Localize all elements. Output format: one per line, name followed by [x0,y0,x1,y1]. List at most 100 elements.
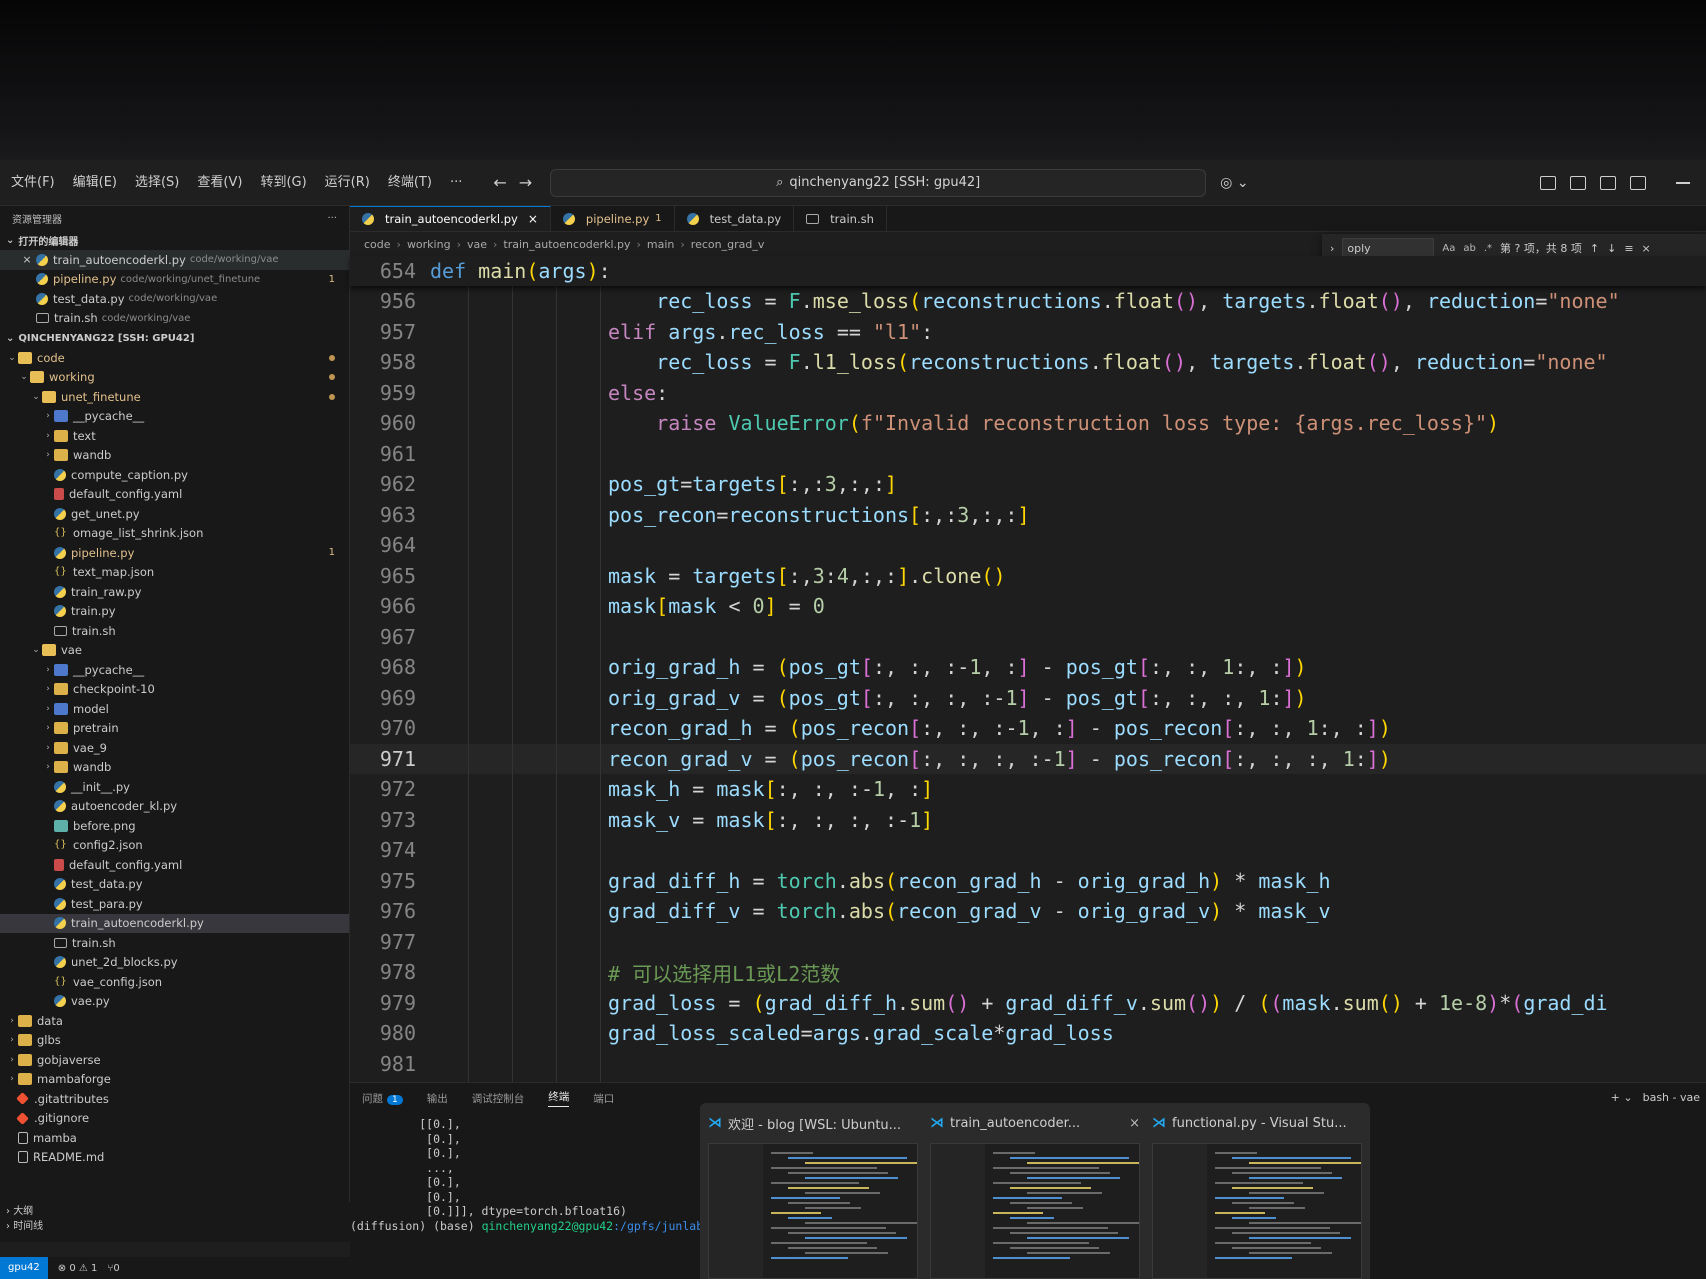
tree-item[interactable]: {} text_map.json [0,563,349,583]
tree-item[interactable]: › wandb [0,446,349,466]
menu-item[interactable]: ··· [441,160,471,206]
panel-tab[interactable]: 调试控制台 [472,1091,525,1106]
tree-item[interactable]: › checkpoint-10 [0,680,349,700]
tree-item[interactable]: __init__.py [0,777,349,797]
next-match-icon[interactable]: ↓ [1607,242,1616,255]
tree-item[interactable]: pipeline.py 1 [0,543,349,563]
tree-item[interactable]: › wandb [0,758,349,778]
tree-item[interactable]: get_unet.py [0,504,349,524]
close-icon[interactable]: × [1642,242,1651,255]
tree-item[interactable]: compute_caption.py [0,465,349,485]
breadcrumb-item[interactable]: code [364,238,391,251]
tree-item[interactable]: unet_2d_blocks.py [0,953,349,973]
taskbar-preview[interactable]: ⋊ train_autoencoder... × [930,1111,1140,1279]
sticky-scroll-header[interactable]: 654 def main(args): [350,256,1706,286]
toggle-secondary-sidebar-icon[interactable] [1630,175,1646,190]
breadcrumb-item[interactable]: recon_grad_v [691,238,765,251]
customize-layout-icon[interactable] [1540,175,1556,190]
panel-tab[interactable]: 端口 [593,1091,614,1106]
tree-item[interactable]: ⌄ unet_finetune [0,387,349,407]
tree-item[interactable]: › mambaforge [0,1070,349,1090]
forward-arrow-icon[interactable]: → [519,173,532,192]
close-icon[interactable]: × [1129,1116,1140,1131]
more-actions-icon[interactable]: ··· [327,213,337,224]
breadcrumb-item[interactable]: main [647,238,674,251]
new-terminal-button[interactable]: + ⌄ [1611,1091,1633,1104]
tree-item[interactable]: {} omage_list_shrink.json [0,524,349,544]
menu-item[interactable]: 文件(F) [2,160,64,206]
editor-tab[interactable]: test_data.py [675,206,795,231]
close-icon[interactable]: × [528,212,538,226]
open-editor-item[interactable]: test_data.py code/working/vae [0,289,349,309]
chevron-right-icon[interactable]: › [1330,242,1334,255]
tree-item[interactable]: train_raw.py [0,582,349,602]
tree-item[interactable]: test_para.py [0,894,349,914]
code-view[interactable]: 956 rec_loss = F.mse_loss(reconstruction… [350,286,1706,1196]
tree-item[interactable]: › __pycache__ [0,660,349,680]
toggle-primary-sidebar-icon[interactable] [1570,175,1586,190]
tree-item[interactable]: test_data.py [0,875,349,895]
copilot-icon[interactable]: ◎ ⌄ [1220,175,1248,191]
command-center[interactable]: ⌕ qinchenyang22 [SSH: gpu42] [550,168,1207,197]
menu-item[interactable]: 转到(G) [251,160,315,206]
match-case-toggle[interactable]: Aa [1442,243,1455,254]
tree-item[interactable]: ⌄ working [0,368,349,388]
tree-item[interactable]: › glbs [0,1031,349,1051]
find-input[interactable] [1342,238,1435,258]
tree-item[interactable]: .gitattributes [0,1089,349,1109]
tree-item[interactable]: README.md [0,1148,349,1168]
remote-indicator[interactable]: gpu42 [0,1257,48,1279]
open-editors-header[interactable]: ⌄ 打开的编辑器 [0,230,349,250]
taskbar-preview[interactable]: ⋊ 欢迎 - blog [WSL: Ubuntu... [708,1111,918,1279]
tree-item[interactable]: train.sh [0,933,349,953]
tree-item[interactable]: {} config2.json [0,836,349,856]
panel-tab[interactable]: 终端 [548,1089,570,1107]
close-icon[interactable]: × [20,253,34,266]
breadcrumb-item[interactable]: vae [467,238,487,251]
toggle-panel-icon[interactable] [1600,175,1616,190]
panel-tab[interactable]: 输出 [427,1091,448,1106]
tree-item[interactable]: › data [0,1011,349,1031]
outline-header[interactable]: › 大纲 [6,1202,350,1217]
open-editor-item[interactable]: pipeline.py code/working/unet_finetune 1 [0,270,349,290]
tree-item[interactable]: autoencoder_kl.py [0,797,349,817]
tree-item[interactable]: ⌄ vae [0,641,349,661]
tree-item[interactable]: › gobjaverse [0,1050,349,1070]
tree-item[interactable]: train_autoencoderkl.py [0,913,349,933]
tree-item[interactable]: train.py [0,602,349,622]
open-editor-item[interactable]: train.sh code/working/vae [0,309,349,329]
breadcrumb-item[interactable]: working [407,238,451,251]
match-word-toggle[interactable]: ab [1463,243,1475,254]
tree-item[interactable]: before.png [0,816,349,836]
tree-item[interactable]: default_config.yaml [0,855,349,875]
open-editor-item[interactable]: × train_autoencoderkl.py code/working/vae [0,250,349,270]
editor-tab[interactable]: pipeline.py 1 [551,206,675,231]
tree-item[interactable]: › model [0,699,349,719]
tree-item[interactable]: vae.py [0,992,349,1012]
regex-toggle[interactable]: .* [1484,243,1492,254]
menu-item[interactable]: 终端(T) [379,160,441,206]
tree-item[interactable]: default_config.yaml [0,485,349,505]
panel-tab[interactable]: 问题 1 [362,1091,403,1106]
menu-item[interactable]: 编辑(E) [64,160,126,206]
menu-item[interactable]: 选择(S) [126,160,188,206]
tree-item[interactable]: › vae_9 [0,738,349,758]
menu-item[interactable]: 查看(V) [188,160,251,206]
ports-indicator[interactable]: ⑂0 [107,1263,119,1274]
tree-item[interactable]: train.sh [0,621,349,641]
tree-item[interactable]: mamba [0,1128,349,1148]
find-in-selection-icon[interactable]: ≡ [1624,242,1633,255]
menu-item[interactable]: 运行(R) [316,160,379,206]
problems-indicator[interactable]: ⊗ 0 ⚠ 1 [58,1263,98,1274]
timeline-header[interactable]: › 时间线 [6,1217,350,1232]
tree-item[interactable]: › pretrain [0,719,349,739]
editor-tab[interactable]: train_autoencoderkl.py × [350,206,551,231]
back-arrow-icon[interactable]: ← [493,173,506,192]
tree-item[interactable]: ⌄ code [0,348,349,368]
editor-tab[interactable]: train.sh [794,206,887,231]
minimize-icon[interactable] [1676,181,1690,184]
previous-match-icon[interactable]: ↑ [1590,242,1599,255]
terminal-shell-label[interactable]: bash - vae [1643,1091,1700,1104]
tree-item[interactable]: .gitignore [0,1109,349,1129]
breadcrumb-item[interactable]: train_autoencoderkl.py [503,238,630,251]
